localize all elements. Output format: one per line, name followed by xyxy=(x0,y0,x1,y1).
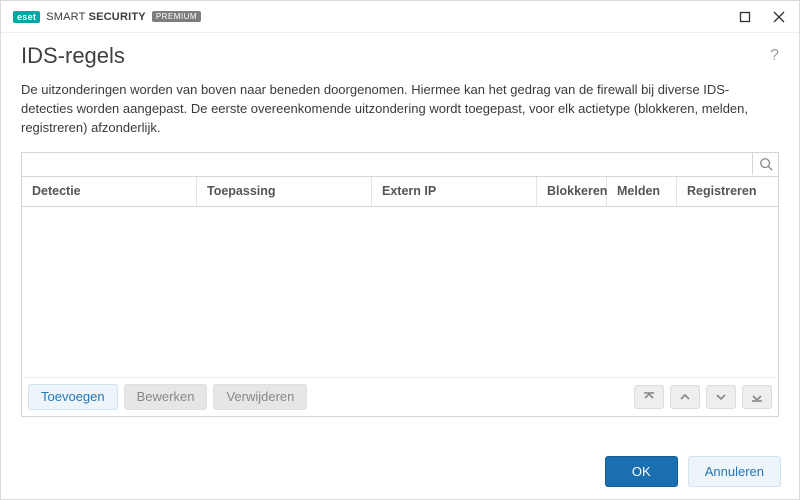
chevron-top-icon xyxy=(642,390,656,404)
dialog-footer: OK Annuleren xyxy=(1,443,799,499)
maximize-icon xyxy=(739,11,751,23)
search-row xyxy=(22,153,778,177)
title-bar: eset SMART SECURITY PREMIUM xyxy=(1,1,799,33)
move-up-button[interactable] xyxy=(670,385,700,409)
brand-name: SMART SECURITY xyxy=(46,11,146,23)
content-area: IDS-regels ? De uitzonderingen worden va… xyxy=(1,33,799,417)
brand: eset SMART SECURITY PREMIUM xyxy=(13,11,201,23)
cancel-button[interactable]: Annuleren xyxy=(688,456,781,487)
page-description: De uitzonderingen worden van boven naar … xyxy=(21,81,779,138)
search-input[interactable] xyxy=(22,153,752,175)
header-app[interactable]: Toepassing xyxy=(197,177,372,206)
header-ip[interactable]: Extern IP xyxy=(372,177,537,206)
chevron-up-icon xyxy=(678,390,692,404)
window-controls xyxy=(735,7,789,27)
header-report[interactable]: Melden xyxy=(607,177,677,206)
edit-button[interactable]: Bewerken xyxy=(124,384,208,411)
search-icon xyxy=(759,157,773,171)
ok-button[interactable]: OK xyxy=(605,456,678,487)
move-top-button[interactable] xyxy=(634,385,664,409)
table-body xyxy=(22,207,778,377)
maximize-button[interactable] xyxy=(735,7,755,27)
header-block[interactable]: Blokkeren xyxy=(537,177,607,206)
page-title-row: IDS-regels ? xyxy=(21,43,779,69)
table-headers: Detectie Toepassing Extern IP Blokkeren … xyxy=(22,177,778,207)
delete-button[interactable]: Verwijderen xyxy=(213,384,307,411)
header-detect[interactable]: Detectie xyxy=(22,177,197,206)
chevron-bottom-icon xyxy=(750,390,764,404)
page-title: IDS-regels xyxy=(21,43,125,69)
close-button[interactable] xyxy=(769,7,789,27)
move-bottom-button[interactable] xyxy=(742,385,772,409)
brand-name-bold: SECURITY xyxy=(89,11,146,23)
brand-badge: eset xyxy=(13,11,40,23)
add-button[interactable]: Toevoegen xyxy=(28,384,118,411)
rules-table: Detectie Toepassing Extern IP Blokkeren … xyxy=(21,152,779,418)
search-button[interactable] xyxy=(752,153,778,175)
reorder-controls xyxy=(634,385,772,409)
table-actions: Toevoegen Bewerken Verwijderen xyxy=(22,377,778,417)
move-down-button[interactable] xyxy=(706,385,736,409)
brand-name-light: SMART xyxy=(46,11,85,23)
help-icon[interactable]: ? xyxy=(770,47,779,65)
chevron-down-icon xyxy=(714,390,728,404)
header-log[interactable]: Registreren xyxy=(677,177,778,206)
brand-edition-badge: PREMIUM xyxy=(152,11,201,22)
close-icon xyxy=(773,11,785,23)
